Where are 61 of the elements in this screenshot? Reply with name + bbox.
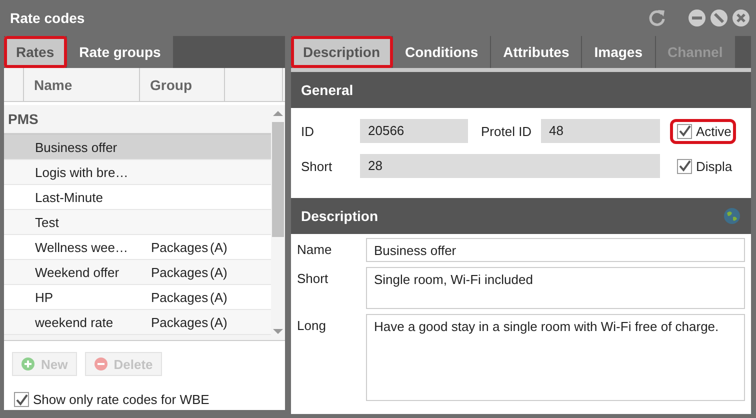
tab[interactable]: Conditions [393,36,492,68]
field-label: Short [300,158,334,174]
input-field[interactable]: 20566 [360,119,468,143]
input-field[interactable]: 48 [541,119,660,143]
section-title: Description [301,208,378,224]
table-cell-text: Logis with bre… [34,164,130,180]
checkbox-label: Active [696,124,732,138]
scrollbar[interactable] [271,105,285,340]
tab[interactable]: Attributes [491,36,582,68]
checkbox[interactable] [677,124,692,138]
table-cell-text: Weekend offer [34,264,120,280]
table-cell-text: HP [34,290,54,304]
scroll-up-icon[interactable] [273,111,283,116]
checkbox-label: Show only rate codes for WBE [33,392,210,407]
scroll-thumb[interactable] [272,122,284,237]
input-field[interactable]: Single room, Wi-Fi included [366,267,745,309]
field-label: Long [297,317,327,335]
table-cell-text: Test [34,214,60,230]
group-header: PMS [8,111,38,127]
field-label: Short [297,270,330,288]
field-label: Name [297,241,333,259]
window-title: Rate codes [10,10,85,26]
refresh-icon[interactable] [648,9,666,27]
tab[interactable]: Rate groups [67,36,174,68]
column-header[interactable]: Group [140,68,225,101]
table-cell-text: Packages [151,264,210,280]
table-row[interactable]: Business offer [4,135,271,160]
minus-icon [94,357,108,371]
input-field[interactable]: 28 [360,154,660,178]
close-icon[interactable] [732,9,750,27]
table-cell: (A) [210,240,228,254]
checkbox[interactable] [677,158,692,174]
table-cell-text: Wellness wee… [34,240,129,254]
table-row[interactable]: Wellness wee… Packages(A) [4,235,271,260]
input-field[interactable]: Have a good stay in a single room with Wi-Fi free of charge. [366,314,745,401]
field-label: ID [300,124,315,138]
section-title: General [301,82,354,98]
column-header[interactable]: Name [24,68,140,101]
checkbox-label: Displa [696,158,732,174]
plus-icon [21,357,35,371]
table-row[interactable]: HP Packages(A) [4,285,271,310]
table-cell-text: Packages [151,314,210,330]
tab[interactable]: Rates [4,36,68,68]
table-cell-text: Packages [151,240,210,254]
table-cell-text: Last-Minute [34,190,104,204]
field-label: Protel ID [480,124,533,138]
table-row[interactable]: Last-Minute [4,185,271,210]
table-cell-text: Business offer [34,140,118,154]
tab[interactable]: Description [291,36,394,68]
table-cell: (A) [210,264,228,280]
input-field[interactable]: Business offer [366,238,745,262]
tab[interactable]: Images [582,36,656,68]
scroll-down-icon[interactable] [273,329,283,334]
table-cell-text: Packages [151,290,210,304]
table-cell: (A) [210,290,228,304]
table-cell: (A) [210,314,228,330]
checkbox[interactable] [14,392,29,407]
restore-icon[interactable] [710,9,728,27]
globe-icon[interactable] [723,207,741,225]
minimize-icon[interactable] [688,9,706,27]
table-cell-text: weekend rate [34,314,114,330]
